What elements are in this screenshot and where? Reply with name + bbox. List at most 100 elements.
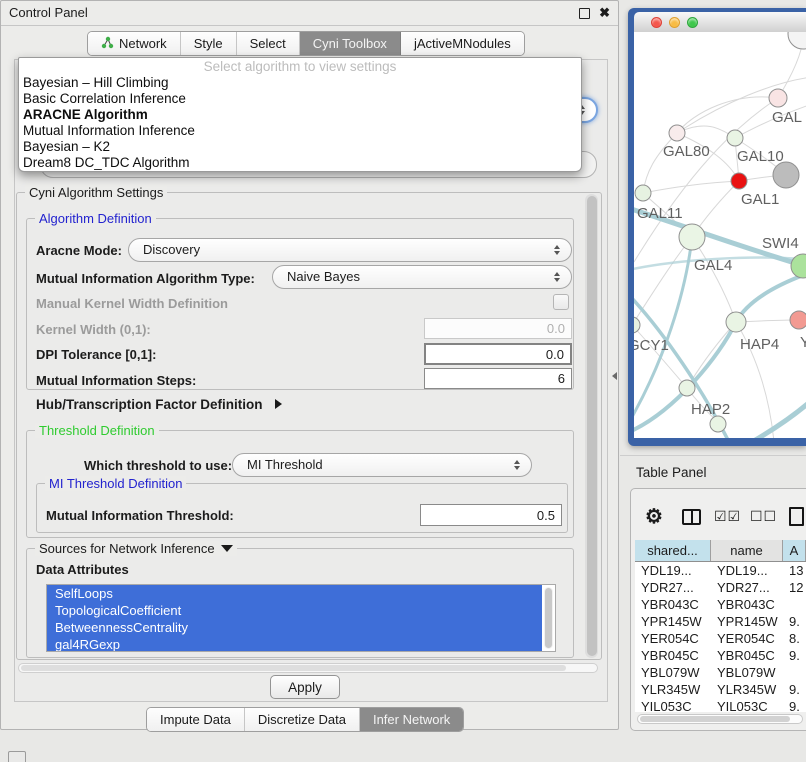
document-icon[interactable] — [789, 507, 804, 526]
network-node[interactable] — [773, 162, 799, 188]
network-node[interactable] — [710, 416, 726, 432]
expanded-arrow-icon[interactable] — [221, 545, 233, 552]
popup-item-mutual-information[interactable]: Mutual Information Inference — [19, 123, 581, 139]
group-title: Cyni Algorithm Settings — [25, 185, 167, 200]
settings-vertical-scrollbar[interactable] — [585, 194, 598, 658]
settings-horizontal-scrollbar[interactable] — [18, 663, 598, 673]
combo-value: Naive Bayes — [287, 269, 360, 284]
splitter-handle-icon[interactable] — [612, 372, 617, 380]
tab-discretize-data[interactable]: Discretize Data — [245, 708, 360, 731]
data-attributes-list[interactable]: SelfLoopsTopologicalCoefficientBetweenne… — [46, 584, 556, 652]
table-row[interactable]: YPR145WYPR145W9. — [635, 613, 806, 630]
mi-threshold-field[interactable]: 0.5 — [420, 504, 562, 526]
which-threshold-label: Which threshold to use: — [84, 458, 232, 473]
table-horizontal-scrollbar[interactable] — [637, 714, 803, 724]
tab-network[interactable]: Network — [88, 32, 181, 55]
table-row[interactable]: YIL053CYIL053C9. — [635, 698, 806, 712]
minimized-panel-icon[interactable] — [8, 751, 26, 762]
column-header-partial[interactable]: A — [783, 540, 806, 561]
table-row[interactable]: YBR045CYBR045C9. — [635, 647, 806, 664]
popup-item-aracne[interactable]: ARACNE Algorithm — [19, 107, 581, 123]
network-node[interactable] — [679, 380, 695, 396]
network-node[interactable] — [790, 311, 806, 329]
checked-boxes-icon[interactable]: ☑☑ — [714, 508, 741, 525]
scrollbar-thumb[interactable] — [587, 196, 597, 656]
popup-item-basic-correlation[interactable]: Basic Correlation Inference — [19, 91, 581, 107]
popup-item-bayesian-hill-climbing[interactable]: Bayesian – Hill Climbing — [19, 75, 581, 91]
attribute-list-item[interactable]: gal4RGexp — [47, 636, 542, 652]
popup-item-bayesian-k2[interactable]: Bayesian – K2 — [19, 139, 581, 155]
zoom-window-button[interactable] — [687, 17, 698, 28]
close-window-button[interactable] — [651, 17, 662, 28]
popup-item-dream8[interactable]: Dream8 DC_TDC Algorithm — [19, 155, 581, 171]
table-cell: 12 — [783, 579, 806, 596]
tab-cyni-toolbox[interactable]: Cyni Toolbox — [300, 32, 401, 55]
network-canvas[interactable]: GALGAL80GAL10GAL1GAL11GAL4SWI4GCY1HAP4YH… — [634, 32, 806, 438]
mi-steps-field[interactable]: 6 — [424, 368, 572, 389]
minimize-window-button[interactable] — [669, 17, 680, 28]
scrollbar-thumb[interactable] — [640, 716, 790, 722]
sources-header[interactable]: Sources for Network Inference — [35, 541, 237, 556]
gear-icon[interactable]: ⚙ — [645, 504, 663, 529]
manual-kernel-width-checkbox[interactable] — [553, 294, 569, 310]
columns-icon[interactable] — [682, 509, 701, 525]
table-cell — [783, 664, 806, 681]
tab-infer-network[interactable]: Infer Network — [360, 708, 463, 731]
table-row[interactable]: YLR345WYLR345W9. — [635, 681, 806, 698]
network-node[interactable] — [679, 224, 705, 250]
apply-button[interactable]: Apply — [270, 675, 340, 699]
tab-select[interactable]: Select — [237, 32, 300, 55]
table-row[interactable]: YBL079WYBL079W — [635, 664, 806, 681]
data-attributes-label: Data Attributes — [36, 562, 129, 577]
attribute-list-item[interactable]: TopologicalCoefficient — [47, 602, 542, 619]
table-body: YDL19...YDL19...13YDR27...YDR27...12YBR0… — [635, 562, 806, 712]
table-cell: YPR145W — [635, 613, 711, 630]
network-node[interactable] — [769, 89, 787, 107]
scrollbar-thumb[interactable] — [545, 588, 552, 648]
network-node[interactable] — [635, 185, 651, 201]
network-node[interactable] — [726, 312, 746, 332]
network-node-label: HAP4 — [740, 336, 779, 353]
table-cell: YDL19... — [711, 562, 783, 579]
table-row[interactable]: YDL19...YDL19...13 — [635, 562, 806, 579]
network-node[interactable] — [788, 32, 806, 49]
table-cell: 9. — [783, 647, 806, 664]
network-node-label: GCY1 — [634, 337, 669, 354]
tab-jactivemnodules[interactable]: jActiveMNodules — [401, 32, 524, 55]
list-vertical-scrollbar[interactable] — [544, 587, 553, 649]
column-header-shared-name[interactable]: shared... — [635, 540, 711, 561]
aracne-mode-combo[interactable]: Discovery — [128, 238, 572, 262]
which-threshold-combo[interactable]: MI Threshold — [232, 453, 532, 477]
control-panel-titlebar: Control Panel ✖ — [1, 1, 618, 26]
network-node-label: GAL11 — [637, 205, 683, 222]
attribute-list-item[interactable]: SelfLoops — [47, 585, 542, 602]
tab-label: jActiveMNodules — [414, 36, 511, 51]
float-panel-icon[interactable] — [579, 8, 590, 19]
network-node[interactable] — [727, 130, 743, 146]
unchecked-boxes-icon[interactable]: ☐☐ — [750, 508, 777, 525]
hub-definition-header[interactable]: Hub/Transcription Factor Definition — [36, 397, 282, 412]
column-header-name[interactable]: name — [711, 540, 783, 561]
attribute-list-item[interactable]: BetweennessCentrality — [47, 619, 542, 636]
close-panel-icon[interactable]: ✖ — [599, 1, 610, 25]
table-row[interactable]: YBR043CYBR043C — [635, 596, 806, 613]
table-cell: YPR145W — [711, 613, 783, 630]
tab-impute-data[interactable]: Impute Data — [147, 708, 245, 731]
scrollbar-thumb[interactable] — [21, 665, 566, 671]
mi-algorithm-type-combo[interactable]: Naive Bayes — [272, 265, 572, 289]
table-cell: 13 — [783, 562, 806, 579]
dpi-tolerance-field[interactable]: 0.0 — [424, 343, 572, 365]
control-panel-title: Control Panel — [9, 1, 88, 25]
table-cell: YER054C — [635, 630, 711, 647]
table-row[interactable]: YDR27...YDR27...12 — [635, 579, 806, 596]
network-window-titlebar[interactable] — [634, 12, 806, 33]
table-row[interactable]: YER054CYER054C8. — [635, 630, 806, 647]
network-view-window[interactable]: GALGAL80GAL10GAL1GAL11GAL4SWI4GCY1HAP4YH… — [628, 8, 806, 446]
tab-label: Cyni Toolbox — [313, 36, 387, 51]
network-node[interactable] — [669, 125, 685, 141]
tab-style[interactable]: Style — [181, 32, 237, 55]
network-node[interactable] — [634, 317, 640, 333]
network-node[interactable] — [731, 173, 747, 189]
collapsed-arrow-icon[interactable] — [275, 399, 282, 409]
kernel-width-field[interactable]: 0.0 — [424, 318, 572, 339]
